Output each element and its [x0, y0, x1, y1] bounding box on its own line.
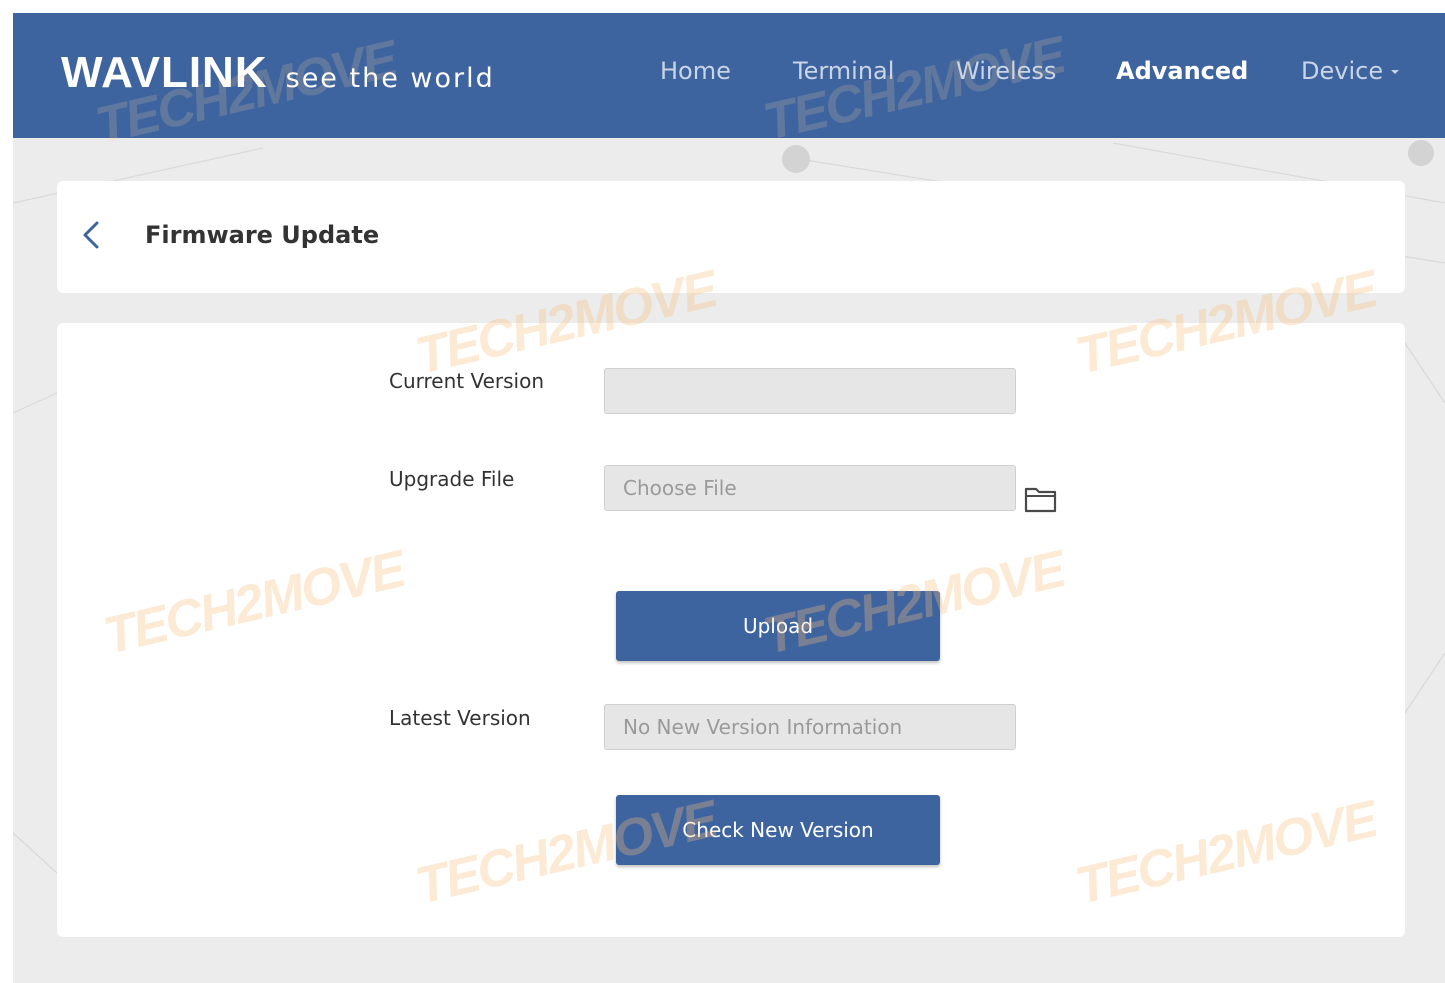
- nav-item-device[interactable]: Device: [1301, 57, 1400, 85]
- back-button[interactable]: [73, 215, 113, 255]
- top-navigation-bar: WAVLINK see the world Home Terminal Wire…: [13, 13, 1445, 156]
- upgrade-file-field[interactable]: [604, 465, 1016, 511]
- upload-button[interactable]: Upload: [616, 591, 940, 661]
- current-version-label: Current Version: [389, 369, 545, 393]
- app-frame: WAVLINK see the world Home Terminal Wire…: [13, 13, 1445, 983]
- nav-item-advanced[interactable]: Advanced: [1116, 57, 1248, 85]
- folder-icon: [1024, 487, 1057, 513]
- check-new-version-button[interactable]: Check New Version: [616, 795, 940, 865]
- caret-down-icon: [1391, 70, 1400, 74]
- nav-item-home[interactable]: Home: [660, 57, 731, 85]
- current-version-field[interactable]: [604, 368, 1016, 414]
- latest-version-field[interactable]: [604, 704, 1016, 750]
- page-header-card: Firmware Update: [57, 181, 1405, 293]
- page-title: Firmware Update: [145, 221, 380, 249]
- browse-file-button[interactable]: [1023, 483, 1059, 515]
- nav-item-device-label: Device: [1301, 57, 1384, 85]
- latest-version-label: Latest Version: [389, 706, 531, 730]
- nav-item-wireless[interactable]: Wireless: [956, 57, 1056, 85]
- nav-item-terminal[interactable]: Terminal: [793, 57, 894, 85]
- upgrade-file-label: Upgrade File: [389, 467, 515, 491]
- chevron-left-icon: [83, 221, 99, 249]
- firmware-update-form: Current Version Upgrade File Upload Late…: [57, 323, 1405, 937]
- main-nav: Home Terminal Wireless Advanced Device: [13, 57, 1445, 97]
